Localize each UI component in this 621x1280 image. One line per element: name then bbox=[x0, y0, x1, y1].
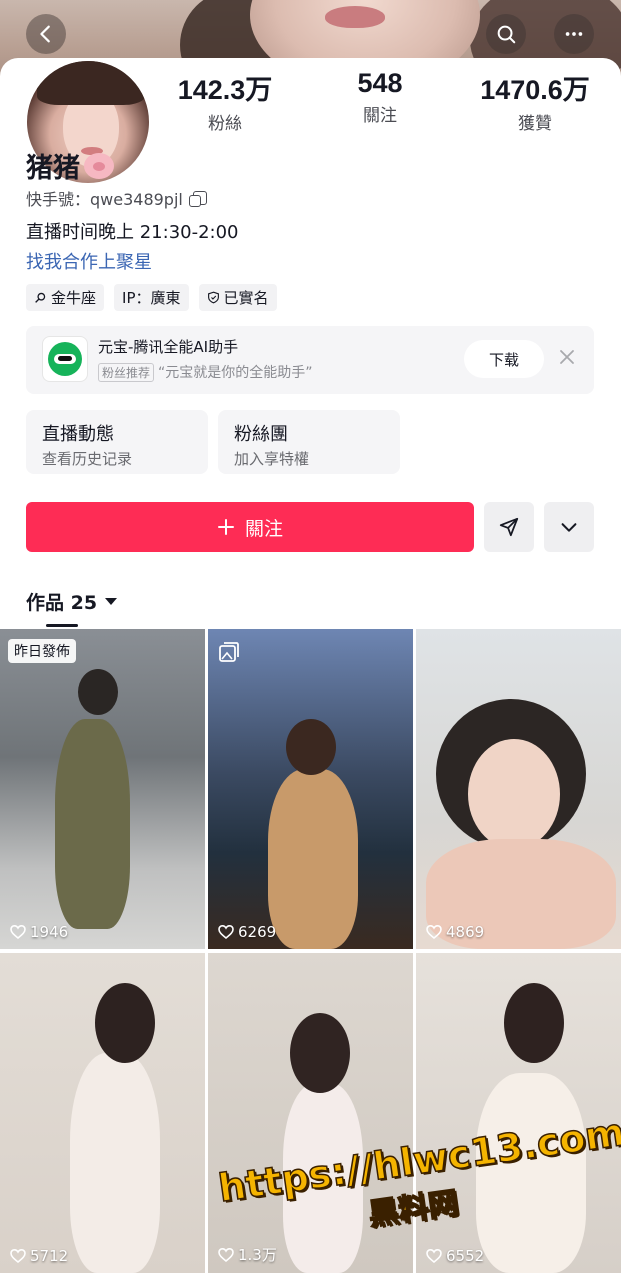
grid-item[interactable]: 5712 bbox=[0, 953, 205, 1273]
plus-icon bbox=[217, 519, 234, 535]
heart-icon bbox=[426, 1248, 442, 1264]
ad-banner[interactable]: 元宝-腾讯全能AI助手 粉丝推荐 “元宝就是你的全能助手” 下载 bbox=[26, 326, 594, 394]
profile-name: 猪猪 bbox=[26, 146, 114, 185]
tag-verified: 已實名 bbox=[198, 284, 277, 311]
stat-followers[interactable]: 142.3万 粉絲 bbox=[170, 68, 280, 134]
grid-item[interactable]: 昨日發佈 1946 bbox=[0, 629, 205, 949]
grid-item[interactable]: 6269 bbox=[208, 629, 413, 949]
share-button[interactable] bbox=[484, 502, 534, 552]
zodiac-icon bbox=[35, 292, 46, 303]
like-count: 6552 bbox=[426, 1247, 484, 1265]
pig-emoji-icon bbox=[84, 152, 114, 179]
yuanbao-logo-icon bbox=[42, 336, 88, 382]
more-button[interactable] bbox=[554, 14, 594, 54]
profile-tags: 金牛座 IP：廣東 已實名 bbox=[26, 284, 277, 311]
profile-id: 快手號：qwe3489pjl bbox=[26, 186, 207, 210]
cooperation-link[interactable]: 找我合作上聚星 bbox=[26, 248, 152, 274]
profile-stats: 142.3万 粉絲 548 關注 1470.6万 獲贊 bbox=[170, 68, 610, 134]
heart-icon bbox=[10, 924, 26, 940]
ad-subtitle: 粉丝推荐 “元宝就是你的全能助手” bbox=[98, 362, 313, 382]
chevron-left-icon bbox=[40, 25, 50, 43]
more-actions-button[interactable] bbox=[544, 502, 594, 552]
heart-icon bbox=[10, 1248, 26, 1264]
like-count: 6269 bbox=[218, 923, 276, 941]
gallery-icon bbox=[219, 642, 239, 662]
pin-badge: 昨日發佈 bbox=[8, 639, 76, 663]
ad-title: 元宝-腾讯全能AI助手 bbox=[98, 338, 239, 356]
like-count: 1946 bbox=[10, 923, 68, 941]
follow-button[interactable]: 關注 bbox=[26, 502, 474, 552]
heart-icon bbox=[426, 924, 442, 940]
live-history-card[interactable]: 直播動態 查看历史记录 bbox=[26, 410, 208, 474]
profile-bio: 直播时间晚上 21:30-2:00 bbox=[26, 222, 239, 243]
send-icon bbox=[499, 517, 519, 537]
grid-item[interactable]: 4869 bbox=[416, 629, 621, 949]
tag-zodiac: 金牛座 bbox=[26, 284, 105, 311]
like-count: 5712 bbox=[10, 1247, 68, 1265]
fan-club-card[interactable]: 粉絲團 加入享特權 bbox=[218, 410, 400, 474]
grid-item[interactable]: 6552 bbox=[416, 953, 621, 1273]
more-dots-icon bbox=[565, 32, 583, 36]
stat-likes[interactable]: 1470.6万 獲贊 bbox=[480, 68, 590, 134]
tag-ip: IP：廣東 bbox=[114, 284, 189, 311]
tab-underline bbox=[46, 624, 78, 627]
chevron-down-icon bbox=[561, 523, 577, 532]
ad-download-button[interactable]: 下载 bbox=[464, 340, 544, 378]
shield-icon bbox=[207, 291, 219, 304]
search-icon bbox=[497, 25, 516, 44]
back-button[interactable] bbox=[26, 14, 66, 54]
copy-icon[interactable] bbox=[188, 191, 207, 207]
caret-down-icon bbox=[105, 598, 118, 605]
close-icon[interactable] bbox=[558, 348, 576, 366]
heart-icon bbox=[218, 924, 234, 940]
like-count: 4869 bbox=[426, 923, 484, 941]
profile-card: 142.3万 粉絲 548 關注 1470.6万 獲贊 猪猪 快手號：qwe34… bbox=[0, 58, 621, 1280]
works-tab[interactable]: 作品 25 bbox=[26, 588, 118, 615]
search-button[interactable] bbox=[486, 14, 526, 54]
stat-following[interactable]: 548 關注 bbox=[325, 68, 435, 134]
ad-badge: 粉丝推荐 bbox=[98, 362, 155, 382]
